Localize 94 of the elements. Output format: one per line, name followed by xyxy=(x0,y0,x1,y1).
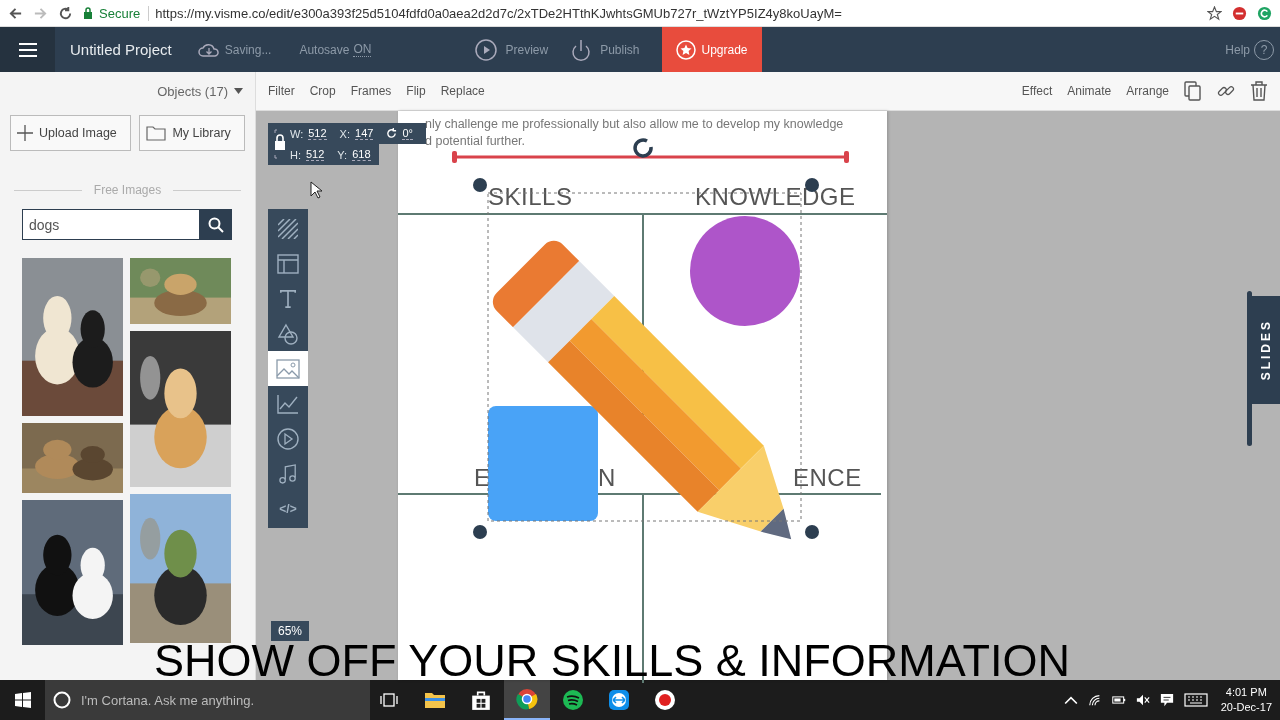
saving-status: Saving... xyxy=(224,42,272,57)
y-label: Y: xyxy=(337,148,348,161)
toolbar-button[interactable]: Frames xyxy=(350,84,392,98)
body-text: nly challenge me professionally but also allow me to develop my knowledge xyxy=(425,116,844,133)
toolbar-button[interactable]: Animate xyxy=(1067,84,1112,98)
section-heading: Free Images xyxy=(93,183,162,197)
pattern-icon xyxy=(278,218,298,239)
secure-label: Secure xyxy=(99,5,150,21)
taskbar-app-button[interactable] xyxy=(504,680,550,720)
circle-icon xyxy=(53,691,71,709)
rotate-icon xyxy=(386,128,398,139)
plus-icon xyxy=(17,125,33,141)
body-text: d potential further. xyxy=(425,133,526,150)
toolbar-button[interactable]: Filter xyxy=(268,84,295,98)
search-button[interactable] xyxy=(199,209,232,240)
x-value[interactable]: 147 xyxy=(355,127,374,140)
back-icon[interactable] xyxy=(8,5,23,21)
trash-icon[interactable] xyxy=(1250,81,1268,101)
text-tool-icon xyxy=(279,289,297,308)
shapes-icon xyxy=(277,322,299,345)
toolbar-button[interactable]: Crop xyxy=(309,84,336,98)
autosave-label: Autosave xyxy=(299,42,350,57)
y-value[interactable]: 618 xyxy=(352,148,371,161)
rotate-handle[interactable] xyxy=(633,138,653,158)
layout-icon xyxy=(277,253,299,274)
width-label: W: xyxy=(290,127,304,140)
objects-dropdown[interactable]: Objects (17) xyxy=(157,83,243,99)
caret-icon xyxy=(234,88,243,94)
arrows-icon[interactable] xyxy=(608,689,630,711)
muted-speaker-icon[interactable] xyxy=(1135,693,1150,707)
wifi-icon[interactable] xyxy=(1087,693,1102,707)
extension-icon[interactable] xyxy=(1257,5,1272,21)
project-title[interactable]: Untitled Project xyxy=(70,41,172,58)
clock-time[interactable]: 4:01 PM xyxy=(1225,685,1267,700)
section-title: SKILLS xyxy=(488,183,573,211)
battery-icon[interactable] xyxy=(1111,693,1126,707)
height-value[interactable]: 512 xyxy=(306,148,325,161)
shopping-bag-icon[interactable] xyxy=(470,689,492,711)
toolbar-button[interactable]: Arrange xyxy=(1126,84,1169,98)
slides-tab[interactable]: SLIDES xyxy=(1252,296,1280,404)
toolbar-button[interactable]: Replace xyxy=(440,84,485,98)
menu-icon xyxy=(18,42,37,57)
publish-button[interactable]: Publish xyxy=(570,37,640,62)
url-text: https://my.visme.co/edit/e300a393f25d5104fdfd0a0aea2d2d7c/2xTDe2HTthKJwhtsGMUb727r_tWztYP5IZ4y8koUayM= xyxy=(155,5,842,21)
browser-icon xyxy=(516,688,538,710)
extension-icon[interactable] xyxy=(1232,5,1247,21)
star-icon[interactable] xyxy=(1207,5,1222,21)
cursor-icon xyxy=(310,181,322,199)
scrollbar[interactable] xyxy=(1247,291,1252,446)
image-icon xyxy=(276,358,300,379)
search-icon xyxy=(207,216,224,233)
chart-icon xyxy=(277,393,299,414)
preview-button[interactable]: Preview xyxy=(475,38,549,61)
section-title: E xyxy=(474,464,491,492)
upload-image-button[interactable]: Upload Image xyxy=(10,115,132,151)
zoom-level[interactable]: 65% xyxy=(271,621,310,641)
height-label: H: xyxy=(290,148,301,161)
lock-icon[interactable] xyxy=(274,129,286,159)
address-bar[interactable]: Secure https://my.visme.co/edit/e300a393f25d5104fdfd0a0aea2d2d7c/2xTDe2HTthKJwhtsGMUb727r_tWztYP5IZ4y8koUayM= xyxy=(83,2,1197,24)
folder-icon xyxy=(146,125,167,141)
tool-button[interactable]: </> xyxy=(268,491,308,526)
music-note-icon xyxy=(279,463,297,484)
play-icon xyxy=(277,427,299,450)
power-icon xyxy=(570,37,593,62)
sound-wave-icon[interactable] xyxy=(562,689,584,711)
menu-button[interactable] xyxy=(0,27,55,72)
lock-icon xyxy=(83,7,93,19)
selection-line[interactable] xyxy=(452,151,849,163)
clock-date[interactable]: 20-Dec-17 xyxy=(1220,700,1272,715)
task-view-icon[interactable] xyxy=(380,692,398,708)
cloud-icon xyxy=(197,41,220,58)
autosave-toggle[interactable]: ON xyxy=(353,42,372,57)
section-title: KNOWLEDGE xyxy=(695,183,856,211)
section-title: ENCE xyxy=(793,464,862,492)
search-field[interactable]: dogs xyxy=(22,209,199,240)
toolbar-button[interactable]: Effect xyxy=(1021,84,1053,98)
keyboard-icon[interactable] xyxy=(1183,693,1208,707)
copy-icon[interactable] xyxy=(1184,81,1202,101)
section-title: N xyxy=(598,464,616,492)
x-label: X: xyxy=(339,127,350,140)
toolbar-button[interactable]: Flip xyxy=(406,84,426,98)
help-link[interactable]: Help xyxy=(1225,42,1250,57)
width-value[interactable]: 512 xyxy=(308,127,327,140)
my-library-button[interactable]: My Library xyxy=(139,115,245,151)
play-icon xyxy=(475,38,498,61)
reload-icon[interactable] xyxy=(58,5,73,21)
circle-shape[interactable] xyxy=(690,216,800,326)
pencil-drawing[interactable] xyxy=(492,240,792,540)
search-box[interactable]: I'm Cortana. Ask me anything. xyxy=(45,680,370,720)
rotation-value[interactable]: 0° xyxy=(402,127,413,140)
notification-icon[interactable] xyxy=(1159,693,1174,707)
record-icon[interactable] xyxy=(654,689,676,711)
upgrade-button[interactable]: Upgrade xyxy=(661,27,762,72)
windows-start-icon[interactable] xyxy=(15,692,31,708)
